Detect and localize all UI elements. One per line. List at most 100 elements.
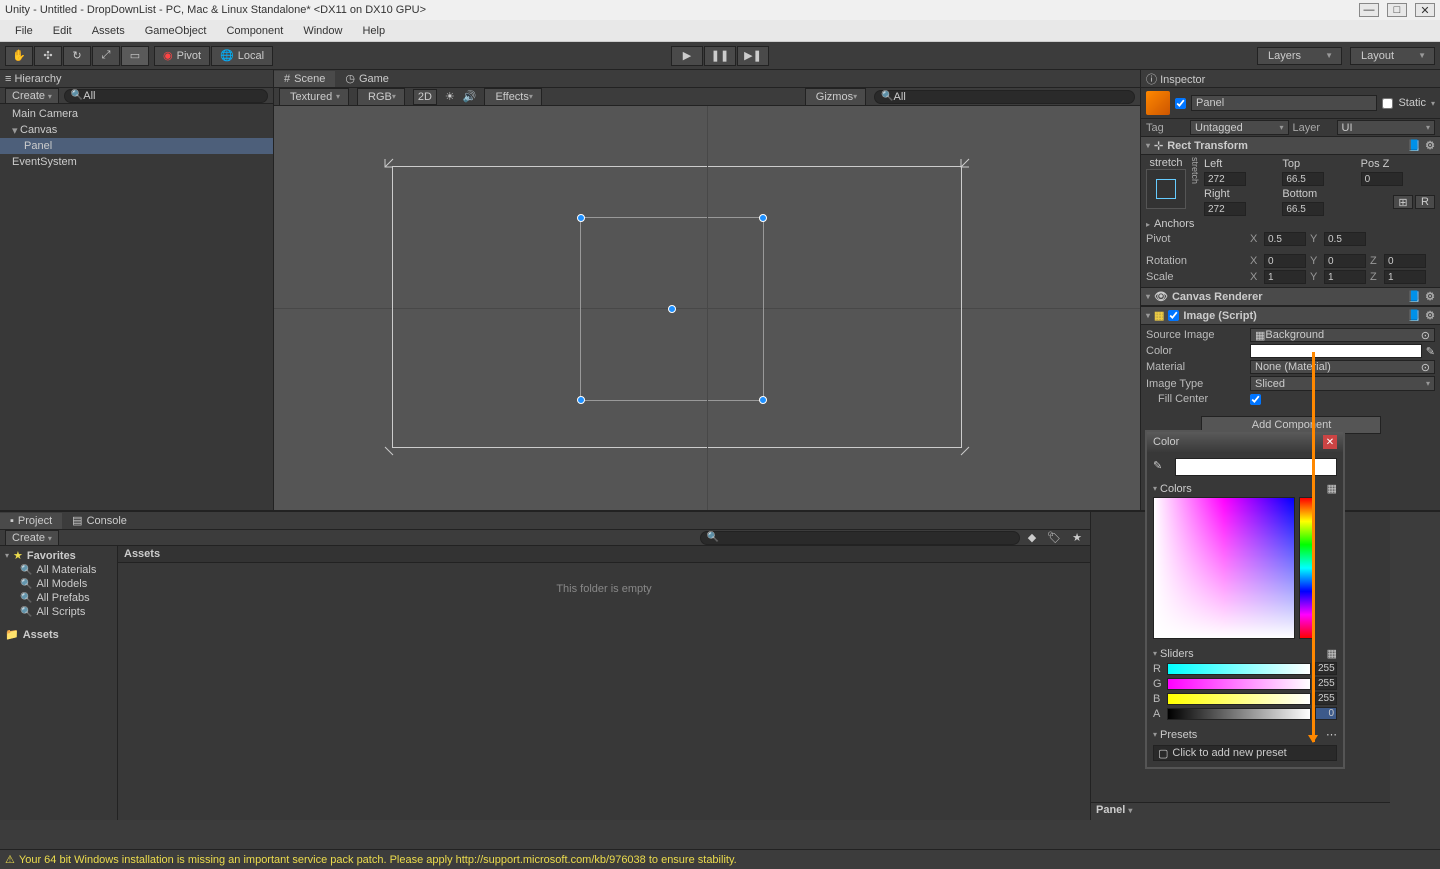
pivot-x-field[interactable] [1264,232,1306,246]
hierarchy-item-eventsystem[interactable]: EventSystem [0,154,273,170]
scale-x-field[interactable] [1264,270,1306,284]
hierarchy-item-panel[interactable]: Panel [0,138,273,154]
r-slider[interactable] [1167,663,1311,675]
handle-sw[interactable] [577,396,585,404]
fav-prefabs[interactable]: 🔍All Prefabs [0,591,117,605]
favorites-header[interactable]: ▾★Favorites [0,548,117,563]
slider-mode-icon[interactable]: ▦ [1327,647,1337,660]
project-breadcrumb[interactable]: Assets [118,546,1090,563]
static-checkbox[interactable] [1382,98,1393,109]
color-field[interactable] [1250,344,1422,358]
g-slider[interactable] [1167,678,1311,690]
game-tab[interactable]: ◷ Game [335,70,399,87]
gear-icon[interactable]: ⚙ [1425,309,1435,322]
hue-slider[interactable] [1299,497,1313,639]
eyedropper-icon[interactable]: ✎ [1426,345,1435,358]
gameobject-icon[interactable] [1146,91,1170,115]
tag-dropdown[interactable]: Untagged▾ [1190,120,1289,135]
menu-gameobject[interactable]: GameObject [135,22,217,40]
rot-y-field[interactable] [1324,254,1366,268]
left-field[interactable] [1204,172,1246,186]
console-tab[interactable]: ▤ Console [62,512,137,529]
hand-tool[interactable]: ✋ [5,46,33,66]
menu-help[interactable]: Help [352,22,395,40]
2d-toggle[interactable]: 2D [413,89,437,105]
hierarchy-item-camera[interactable]: Main Camera [0,106,273,122]
top-field[interactable] [1282,172,1324,186]
fav-models[interactable]: 🔍All Models [0,577,117,591]
filter-label-icon[interactable]: 🏷 [1044,531,1064,544]
scene-viewport[interactable] [274,106,1140,510]
right-field[interactable] [1204,202,1246,216]
image-header[interactable]: ▾▦Image (Script) 📘⚙ [1141,306,1440,325]
handle-ne[interactable] [759,214,767,222]
help-icon[interactable]: 📘 [1407,139,1421,152]
layers-dropdown[interactable]: Layers▼ [1257,47,1342,65]
scale-tool[interactable]: ⤢ [92,46,120,66]
sliders-header[interactable]: Sliders [1160,648,1194,660]
hierarchy-tab[interactable]: ≡ Hierarchy [5,73,62,85]
image-enable-checkbox[interactable] [1168,310,1179,321]
pause-button[interactable]: ❚❚ [704,46,736,66]
gizmos-dropdown[interactable]: Gizmos▾ [805,88,866,106]
hierarchy-item-canvas[interactable]: ▾Canvas [0,122,273,138]
minimize-button[interactable]: — [1359,3,1379,17]
help-icon[interactable]: 📘 [1407,290,1421,303]
rot-x-field[interactable] [1264,254,1306,268]
help-icon[interactable]: 📘 [1407,309,1421,322]
render-mode-dropdown[interactable]: RGB▾ [357,88,405,106]
raw-edit-button[interactable]: R [1415,195,1435,209]
rotate-tool[interactable]: ↻ [63,46,91,66]
gear-icon[interactable]: ⚙ [1425,290,1435,303]
local-toggle[interactable]: 🌐Local [211,46,273,66]
fav-scripts[interactable]: 🔍All Scripts [0,605,117,619]
image-type-dropdown[interactable]: Sliced▾ [1250,376,1435,391]
light-icon[interactable]: ☀ [445,90,455,103]
filter-icon[interactable]: ◆ [1025,531,1039,544]
eyedropper-icon[interactable]: ✎ [1153,459,1169,475]
menu-edit[interactable]: Edit [43,22,82,40]
rect-tool[interactable]: ▭ [121,46,149,66]
scale-y-field[interactable] [1324,270,1366,284]
posz-field[interactable] [1361,172,1403,186]
preset-menu-icon[interactable]: ⋯ [1326,728,1337,741]
scale-z-field[interactable] [1384,270,1426,284]
presets-header[interactable]: Presets [1160,729,1197,741]
inspector-tab[interactable]: ⓘ Inspector [1146,71,1205,87]
menu-component[interactable]: Component [216,22,293,40]
hierarchy-create-button[interactable]: Create ▾ [5,88,59,104]
b-slider[interactable] [1167,693,1311,705]
project-search[interactable]: 🔍 [700,531,1020,545]
handle-se[interactable] [759,396,767,404]
bottom-field[interactable] [1282,202,1324,216]
a-value[interactable]: 0 [1315,707,1337,720]
menu-window[interactable]: Window [293,22,352,40]
menu-assets[interactable]: Assets [82,22,135,40]
preview-footer[interactable]: Panel ▾ [1091,802,1390,820]
rot-z-field[interactable] [1384,254,1426,268]
fav-materials[interactable]: 🔍All Materials [0,563,117,577]
blueprint-button[interactable]: ⊞ [1393,195,1413,209]
layout-dropdown[interactable]: Layout▼ [1350,47,1435,65]
project-tab[interactable]: ▪ Project [0,513,62,529]
scene-search[interactable]: 🔍All [874,90,1135,104]
scene-tab[interactable]: # Scene [274,71,335,87]
color-picker-close[interactable]: ✕ [1323,435,1337,449]
handle-center[interactable] [668,305,676,313]
material-field[interactable]: None (Material)⊙ [1250,360,1435,374]
gameobject-name-field[interactable]: Panel [1191,95,1377,111]
color-field[interactable] [1153,497,1295,639]
anchor-preset-button[interactable] [1146,169,1186,209]
rect-transform-header[interactable]: ▾⊹Rect Transform 📘⚙ [1141,136,1440,155]
r-value[interactable]: 255 [1315,662,1337,675]
gear-icon[interactable]: ⚙ [1425,139,1435,152]
canvas-renderer-header[interactable]: ▾👁Canvas Renderer 📘⚙ [1141,287,1440,306]
audio-icon[interactable]: 🔊 [463,90,477,103]
menu-file[interactable]: File [5,22,43,40]
step-button[interactable]: ▶❚ [737,46,769,66]
a-slider[interactable] [1167,708,1311,720]
play-button[interactable]: ▶ [671,46,703,66]
color-mode-icon[interactable]: ▦ [1327,482,1337,495]
close-button[interactable]: ✕ [1415,3,1435,17]
pivot-y-field[interactable] [1324,232,1366,246]
